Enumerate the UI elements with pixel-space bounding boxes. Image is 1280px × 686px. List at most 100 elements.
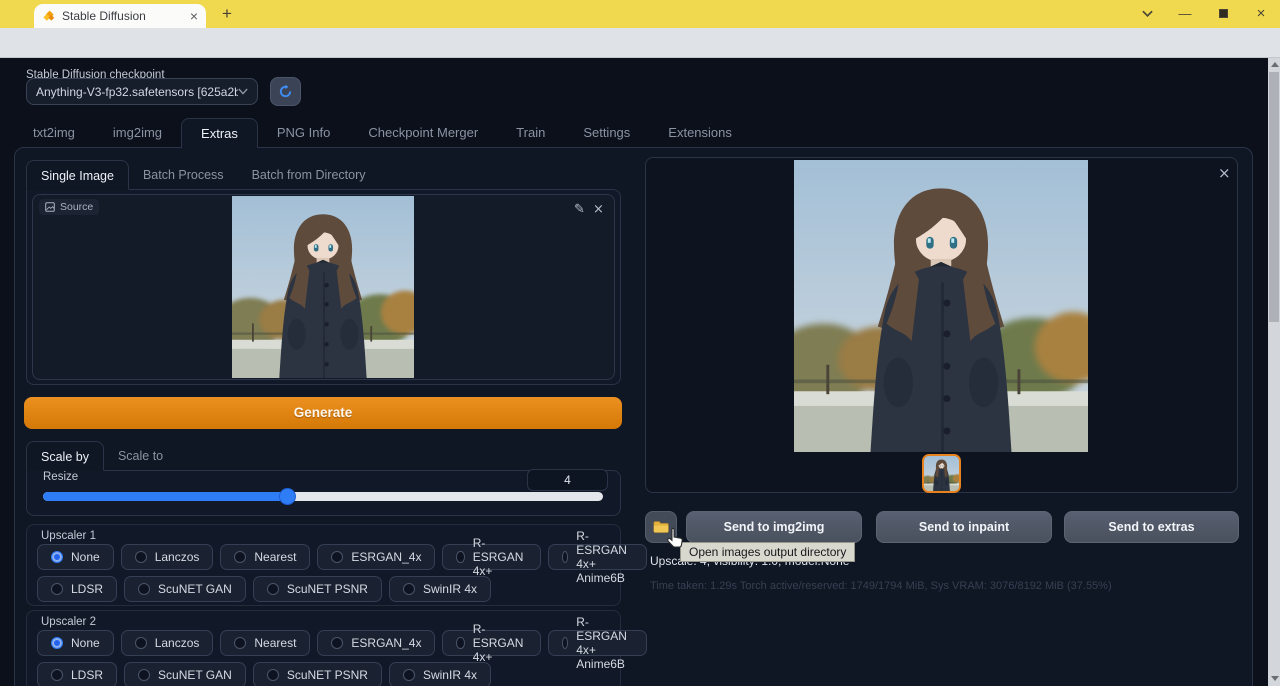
tab-batch-process[interactable]: Batch Process (129, 160, 238, 190)
generate-button[interactable]: Generate (24, 397, 622, 429)
radio-dot-icon (403, 669, 415, 681)
upscaler1-options-row1: None Lanczos Nearest ESRGAN_4x R-ESRGAN … (37, 544, 647, 570)
scrollbar-up-arrow[interactable] (1271, 62, 1279, 67)
radio-swinir-4x[interactable]: SwinIR 4x (389, 662, 491, 686)
radio-dot-icon (562, 551, 568, 563)
radio-dot-icon (331, 551, 343, 563)
scrollbar-thumb[interactable] (1269, 72, 1279, 322)
upscaler2-label: Upscaler 2 (41, 616, 96, 628)
radio-scunet-gan[interactable]: ScuNET GAN (124, 662, 246, 686)
favicon-gradio-icon (42, 10, 55, 23)
radio-dot-icon (234, 637, 246, 649)
radio-r-esrgan-anime6b[interactable]: R-ESRGAN 4x+ Anime6B (548, 630, 647, 656)
upscaler1-options-row2: LDSR ScuNET GAN ScuNET PSNR SwinIR 4x (37, 576, 491, 602)
resize-slider-fill (43, 492, 287, 501)
edit-image-icon[interactable]: ✎ (574, 202, 585, 217)
source-image-label-chip: Source (39, 199, 99, 215)
radio-lanczos[interactable]: Lanczos (121, 630, 214, 656)
radio-nearest[interactable]: Nearest (220, 630, 310, 656)
radio-ldsr[interactable]: LDSR (37, 576, 117, 602)
source-image[interactable] (232, 196, 414, 378)
resize-slider-handle[interactable] (280, 489, 295, 504)
radio-r-esrgan-4x[interactable]: R-ESRGAN 4x+ (442, 544, 541, 570)
tab-batch-from-directory[interactable]: Batch from Directory (238, 160, 380, 190)
radio-nearest[interactable]: Nearest (220, 544, 310, 570)
radio-dot-icon (51, 551, 63, 563)
radio-ldsr[interactable]: LDSR (37, 662, 117, 686)
radio-dot-icon (234, 551, 246, 563)
window-close-button[interactable]: × (1248, 4, 1274, 24)
tab-checkpoint-merger[interactable]: Checkpoint Merger (349, 118, 497, 148)
source-label: Source (60, 201, 93, 213)
result-image[interactable] (794, 160, 1088, 452)
radio-swinir-4x[interactable]: SwinIR 4x (389, 576, 491, 602)
radio-dot-icon (135, 551, 147, 563)
tab-close-icon[interactable]: × (190, 9, 198, 23)
send-to-extras-button[interactable]: Send to extras (1064, 511, 1239, 543)
checkpoint-value: Anything-V3-fp32.safetensors [625a2ba2] (36, 85, 238, 99)
radio-r-esrgan-4x[interactable]: R-ESRGAN 4x+ (442, 630, 541, 656)
tab-scale-to[interactable]: Scale to (104, 441, 177, 471)
new-tab-button[interactable]: + (216, 3, 238, 25)
upscaler2-options-row2: LDSR ScuNET GAN ScuNET PSNR SwinIR 4x (37, 662, 491, 686)
tab-png-info[interactable]: PNG Info (258, 118, 349, 148)
send-to-inpaint-button[interactable]: Send to inpaint (876, 511, 1052, 543)
footer-stats-text: Time taken: 1.29s Torch active/reserved:… (650, 580, 1112, 592)
radio-dot-icon (138, 669, 150, 681)
tab-settings[interactable]: Settings (564, 118, 649, 148)
chevron-down-icon (238, 88, 248, 95)
resize-label: Resize (43, 471, 78, 483)
clear-image-icon[interactable]: × (593, 202, 604, 217)
radio-esrgan-4x[interactable]: ESRGAN_4x (317, 630, 435, 656)
window-restore-button[interactable] (1210, 4, 1236, 24)
image-source-tab-bar: Single Image Batch Process Batch from Di… (26, 160, 379, 190)
refresh-checkpoints-button[interactable] (270, 77, 301, 106)
radio-dot-icon (138, 583, 150, 595)
main-tab-bar: txt2img img2img Extras PNG Info Checkpoi… (14, 118, 751, 148)
scrollbar-down-arrow[interactable] (1271, 676, 1279, 681)
radio-dot-icon (51, 583, 63, 595)
tab-txt2img[interactable]: txt2img (14, 118, 94, 148)
checkpoint-dropdown[interactable]: Anything-V3-fp32.safetensors [625a2ba2] (26, 78, 258, 105)
browser-tab-strip: Stable Diffusion × + — × (0, 0, 1280, 28)
radio-none[interactable]: None (37, 544, 114, 570)
tab-single-image[interactable]: Single Image (26, 160, 129, 190)
radio-dot-icon (135, 637, 147, 649)
tab-extras[interactable]: Extras (181, 118, 258, 148)
tab-search-chevron-icon[interactable] (1134, 4, 1160, 24)
radio-lanczos[interactable]: Lanczos (121, 544, 214, 570)
tab-title: Stable Diffusion (62, 9, 183, 23)
radio-scunet-gan[interactable]: ScuNET GAN (124, 576, 246, 602)
mouse-hand-cursor (665, 527, 684, 554)
tab-img2img[interactable]: img2img (94, 118, 181, 148)
resize-value-input[interactable]: 4 (527, 469, 608, 491)
radio-scunet-psnr[interactable]: ScuNET PSNR (253, 576, 382, 602)
upscaler2-options-row1: None Lanczos Nearest ESRGAN_4x R-ESRGAN … (37, 630, 647, 656)
scale-tab-bar: Scale by Scale to (26, 441, 177, 471)
browser-tab[interactable]: Stable Diffusion × (34, 4, 206, 28)
radio-dot-icon (403, 583, 415, 595)
upscaler2-panel: Upscaler 2 None Lanczos Nearest ESRGAN_4… (26, 610, 621, 686)
image-icon (45, 202, 55, 212)
tab-train[interactable]: Train (497, 118, 564, 148)
radio-esrgan-4x[interactable]: ESRGAN_4x (317, 544, 435, 570)
radio-dot-icon (51, 637, 63, 649)
close-result-icon[interactable]: × (1218, 164, 1231, 182)
window-minimize-button[interactable]: — (1172, 4, 1198, 24)
folder-button-tooltip: Open images output directory (680, 542, 855, 562)
radio-scunet-psnr[interactable]: ScuNET PSNR (253, 662, 382, 686)
refresh-icon (278, 84, 293, 99)
radio-dot-icon (331, 637, 343, 649)
tab-scale-by[interactable]: Scale by (26, 441, 104, 471)
result-thumbnail-selected[interactable] (922, 454, 961, 493)
radio-none[interactable]: None (37, 630, 114, 656)
radio-dot-icon (562, 637, 568, 649)
tab-extensions[interactable]: Extensions (649, 118, 751, 148)
radio-dot-icon (267, 583, 279, 595)
radio-dot-icon (456, 637, 464, 649)
radio-dot-icon (456, 551, 464, 563)
send-to-img2img-button[interactable]: Send to img2img (686, 511, 862, 543)
radio-dot-icon (267, 669, 279, 681)
radio-dot-icon (51, 669, 63, 681)
radio-r-esrgan-anime6b[interactable]: R-ESRGAN 4x+ Anime6B (548, 544, 647, 570)
